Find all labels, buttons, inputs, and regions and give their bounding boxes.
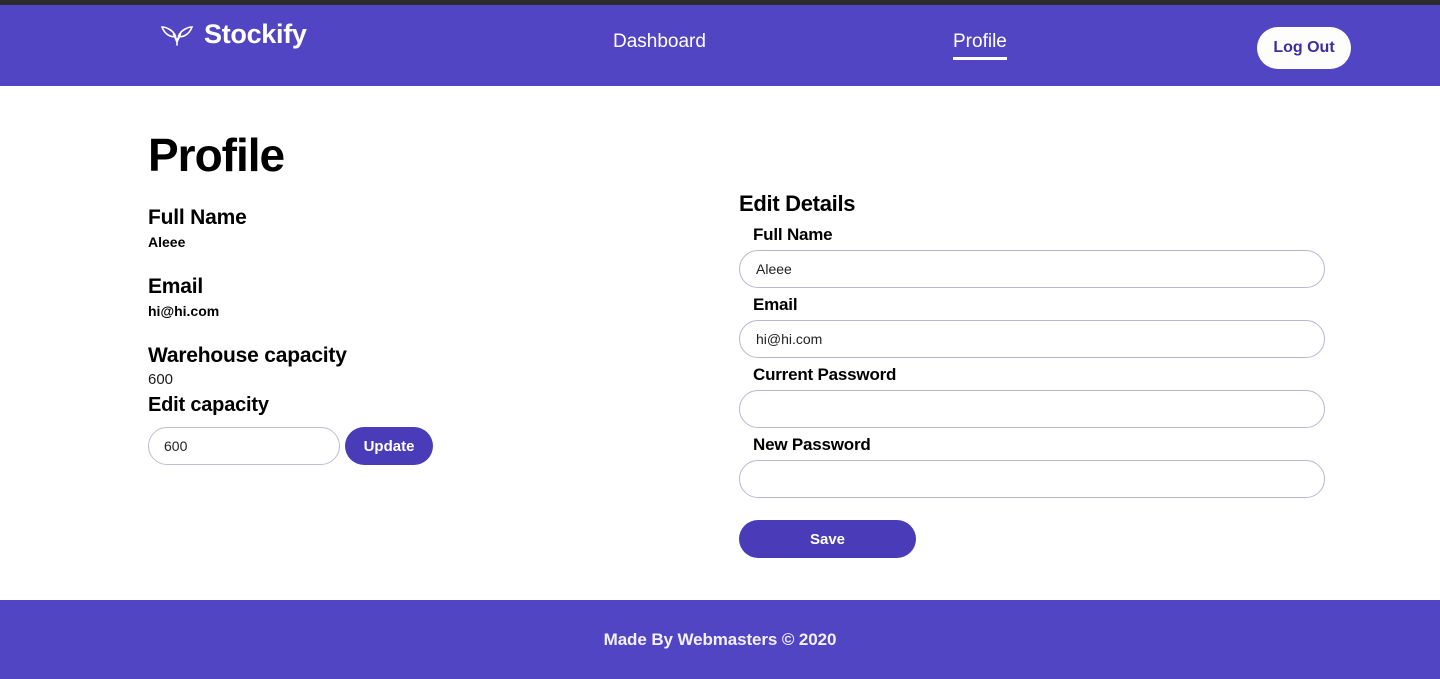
field-current-password-label: Current Password (753, 365, 897, 384)
nav-item-profile[interactable]: Profile (953, 31, 1007, 60)
main-content: Profile Full Name Aleee Email hi@hi.com … (0, 86, 1440, 600)
summary-email-value: hi@hi.com (148, 303, 220, 319)
footer-credit-text: Made By Webmasters © 2020 (603, 630, 837, 649)
summary-email: Email hi@hi.com (148, 275, 578, 319)
leaf-wings-icon (160, 22, 194, 48)
edit-details-column: Edit Details Full Name Email Current Pas… (739, 191, 1325, 558)
update-capacity-button[interactable]: Update (345, 427, 433, 465)
field-email-label: Email (753, 295, 798, 314)
nav-item-dashboard[interactable]: Dashboard (613, 31, 706, 53)
edit-capacity-row: Update (148, 427, 578, 465)
save-button[interactable]: Save (739, 520, 916, 558)
summary-full-name-value: Aleee (148, 234, 186, 250)
full-name-input[interactable] (739, 250, 1325, 288)
field-full-name: Full Name (739, 225, 1325, 288)
capacity-input[interactable] (148, 427, 340, 465)
summary-full-name: Full Name Aleee (148, 206, 578, 250)
current-password-input[interactable] (739, 390, 1325, 428)
field-current-password: Current Password (739, 365, 1325, 428)
app-footer: Made By Webmasters © 2020 (0, 600, 1440, 679)
brand-name: Stockify (204, 19, 307, 49)
app-header: Stockify Dashboard Profile Log Out (0, 5, 1440, 86)
edit-details-title: Edit Details (739, 191, 856, 216)
summary-full-name-label: Full Name (148, 206, 247, 229)
field-new-password-label: New Password (753, 435, 871, 454)
log-out-button[interactable]: Log Out (1257, 27, 1351, 69)
email-input[interactable] (739, 320, 1325, 358)
field-full-name-label: Full Name (753, 225, 833, 244)
brand-logo[interactable]: Stockify (160, 19, 307, 50)
summary-email-label: Email (148, 275, 204, 298)
field-email: Email (739, 295, 1325, 358)
profile-summary-column: Full Name Aleee Email hi@hi.com Warehous… (148, 206, 578, 465)
page-title: Profile (148, 129, 285, 181)
warehouse-capacity-section: Warehouse capacity 600 Edit capacity Upd… (148, 344, 578, 465)
new-password-input[interactable] (739, 460, 1325, 498)
warehouse-capacity-label: Warehouse capacity (148, 344, 347, 367)
edit-capacity-label: Edit capacity (148, 394, 269, 416)
warehouse-capacity-value: 600 (148, 371, 174, 388)
field-new-password: New Password (739, 435, 1325, 498)
